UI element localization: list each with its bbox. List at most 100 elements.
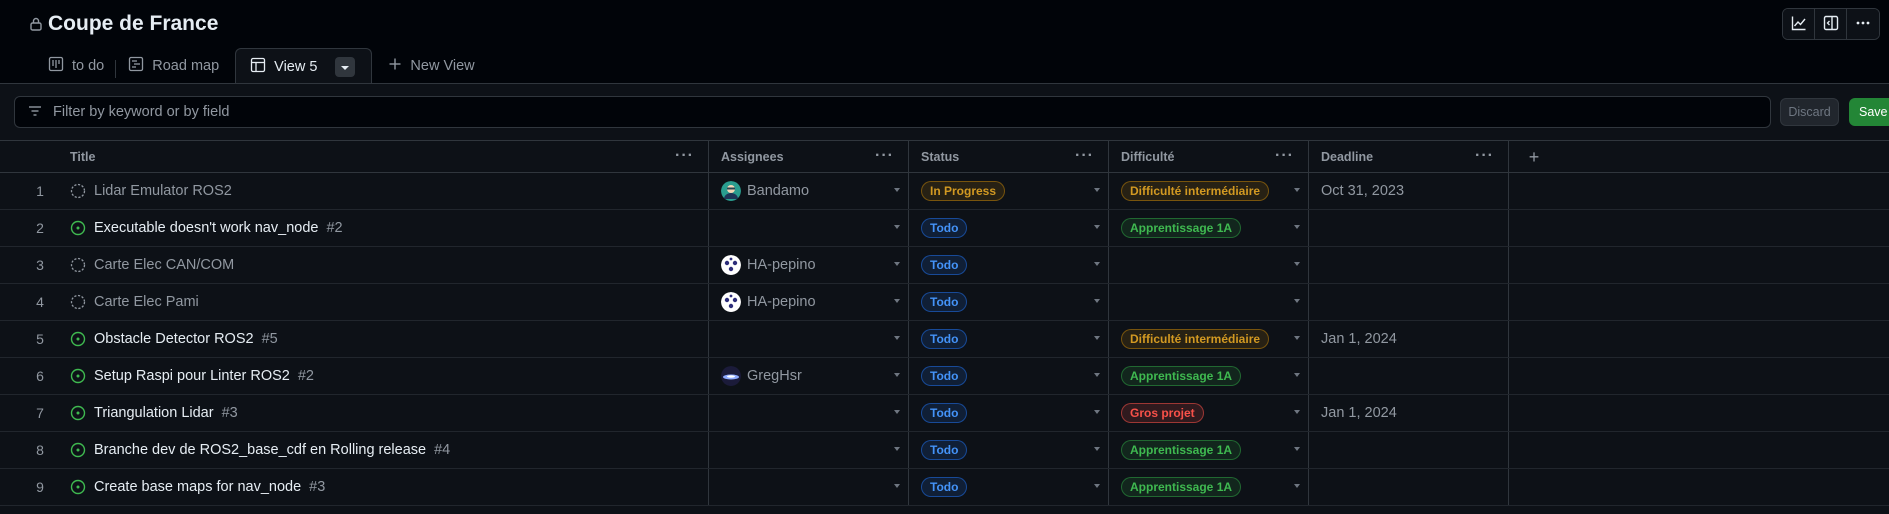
chevron-down-icon[interactable] bbox=[894, 299, 900, 303]
deadline-cell[interactable] bbox=[1309, 247, 1509, 283]
column-header-title[interactable]: Title ··· bbox=[58, 141, 709, 173]
chevron-down-icon[interactable] bbox=[894, 225, 900, 229]
assignees-cell[interactable]: HA-pepino bbox=[709, 284, 909, 320]
column-menu-icon[interactable]: ··· bbox=[1275, 147, 1294, 165]
deadline-cell[interactable] bbox=[1309, 358, 1509, 394]
tab-view-5[interactable]: View 5 bbox=[235, 48, 373, 84]
tab-to-do[interactable]: to do bbox=[36, 48, 117, 84]
add-field-button[interactable]: + bbox=[1519, 141, 1549, 173]
title-cell[interactable]: Branche dev de ROS2_base_cdf en Rolling … bbox=[58, 432, 709, 468]
status-cell[interactable]: Todo bbox=[909, 247, 1109, 283]
chevron-down-icon[interactable] bbox=[894, 188, 900, 192]
status-cell[interactable]: Todo bbox=[909, 395, 1109, 431]
chevron-down-icon[interactable] bbox=[1094, 336, 1100, 340]
assignees-cell[interactable] bbox=[709, 395, 909, 431]
chevron-down-icon[interactable] bbox=[1094, 225, 1100, 229]
chevron-down-icon[interactable] bbox=[1294, 225, 1300, 229]
item-title-link[interactable]: Triangulation Lidar bbox=[94, 405, 214, 421]
deadline-cell[interactable] bbox=[1309, 210, 1509, 246]
chevron-down-icon[interactable] bbox=[894, 484, 900, 488]
status-cell[interactable]: Todo bbox=[909, 210, 1109, 246]
deadline-cell[interactable] bbox=[1309, 469, 1509, 505]
deadline-cell[interactable] bbox=[1309, 432, 1509, 468]
status-cell[interactable]: In Progress bbox=[909, 173, 1109, 209]
assignees-cell[interactable]: Bandamo bbox=[709, 173, 909, 209]
assignees-cell[interactable]: GregHsr bbox=[709, 358, 909, 394]
chevron-down-icon[interactable] bbox=[1294, 299, 1300, 303]
item-title-link[interactable]: Carte Elec Pami bbox=[94, 294, 199, 310]
new-view-button[interactable]: New View bbox=[376, 48, 486, 84]
table-row[interactable]: 1 Lidar Emulator ROS2 Bandamo In Progress Di… bbox=[0, 173, 1889, 210]
assignees-cell[interactable] bbox=[709, 321, 909, 357]
chevron-down-icon[interactable] bbox=[1294, 410, 1300, 414]
table-row[interactable]: 4 Carte Elec Pami HA-pepino Todo bbox=[0, 284, 1889, 321]
title-cell[interactable]: Obstacle Detector ROS2 #5 bbox=[58, 321, 709, 357]
filter-field[interactable] bbox=[14, 96, 1771, 128]
title-cell[interactable]: Create base maps for nav_node #3 bbox=[58, 469, 709, 505]
chevron-down-icon[interactable] bbox=[1094, 447, 1100, 451]
column-menu-icon[interactable]: ··· bbox=[1475, 147, 1494, 165]
assignees-cell[interactable] bbox=[709, 210, 909, 246]
chevron-down-icon[interactable] bbox=[894, 447, 900, 451]
chevron-down-icon[interactable] bbox=[1294, 447, 1300, 451]
deadline-cell[interactable]: Oct 31, 2023 bbox=[1309, 173, 1509, 209]
item-title-link[interactable]: Carte Elec CAN/COM bbox=[94, 257, 234, 273]
chevron-down-icon[interactable] bbox=[894, 410, 900, 414]
status-cell[interactable]: Todo bbox=[909, 358, 1109, 394]
view-options-button[interactable] bbox=[335, 56, 356, 77]
chevron-down-icon[interactable] bbox=[1294, 373, 1300, 377]
title-cell[interactable]: Triangulation Lidar #3 bbox=[58, 395, 709, 431]
column-header-difficulty[interactable]: Difficulté ··· bbox=[1109, 141, 1309, 173]
chevron-down-icon[interactable] bbox=[1294, 336, 1300, 340]
chevron-down-icon[interactable] bbox=[894, 262, 900, 266]
title-cell[interactable]: Carte Elec Pami bbox=[58, 284, 709, 320]
title-cell[interactable]: Executable doesn't work nav_node #2 bbox=[58, 210, 709, 246]
difficulty-cell[interactable]: Difficulté intermédiaire bbox=[1109, 173, 1309, 209]
difficulty-cell[interactable]: Difficulté intermédiaire bbox=[1109, 321, 1309, 357]
status-cell[interactable]: Todo bbox=[909, 469, 1109, 505]
chevron-down-icon[interactable] bbox=[1094, 262, 1100, 266]
table-row[interactable]: 5 Obstacle Detector ROS2 #5 Todo Difficulté … bbox=[0, 321, 1889, 358]
discard-button[interactable]: Discard bbox=[1780, 98, 1839, 126]
deadline-cell[interactable]: Jan 1, 2024 bbox=[1309, 395, 1509, 431]
chevron-down-icon[interactable] bbox=[1094, 410, 1100, 414]
deadline-cell[interactable] bbox=[1309, 284, 1509, 320]
table-row[interactable]: 6 Setup Raspi pour Linter ROS2 #2 GregHsr To… bbox=[0, 358, 1889, 395]
chevron-down-icon[interactable] bbox=[894, 336, 900, 340]
column-header-assignees[interactable]: Assignees ··· bbox=[709, 141, 909, 173]
difficulty-cell[interactable]: Gros projet bbox=[1109, 395, 1309, 431]
assignees-cell[interactable] bbox=[709, 469, 909, 505]
chevron-down-icon[interactable] bbox=[1094, 299, 1100, 303]
item-title-link[interactable]: Executable doesn't work nav_node bbox=[94, 220, 318, 236]
deadline-cell[interactable]: Jan 1, 2024 bbox=[1309, 321, 1509, 357]
insights-button[interactable] bbox=[1783, 9, 1815, 39]
difficulty-cell[interactable] bbox=[1109, 284, 1309, 320]
title-cell[interactable]: Carte Elec CAN/COM bbox=[58, 247, 709, 283]
assignees-cell[interactable]: HA-pepino bbox=[709, 247, 909, 283]
item-title-link[interactable]: Setup Raspi pour Linter ROS2 bbox=[94, 368, 290, 384]
title-cell[interactable]: Setup Raspi pour Linter ROS2 #2 bbox=[58, 358, 709, 394]
difficulty-cell[interactable]: Apprentissage 1A bbox=[1109, 469, 1309, 505]
chevron-down-icon[interactable] bbox=[1094, 373, 1100, 377]
item-title-link[interactable]: Obstacle Detector ROS2 bbox=[94, 331, 254, 347]
filter-input[interactable] bbox=[53, 104, 1653, 120]
item-title-link[interactable]: Branche dev de ROS2_base_cdf en Rolling … bbox=[94, 442, 426, 458]
more-options-button[interactable] bbox=[1847, 9, 1879, 39]
status-cell[interactable]: Todo bbox=[909, 432, 1109, 468]
difficulty-cell[interactable] bbox=[1109, 247, 1309, 283]
column-menu-icon[interactable]: ··· bbox=[1075, 147, 1094, 165]
difficulty-cell[interactable]: Apprentissage 1A bbox=[1109, 358, 1309, 394]
side-panel-button[interactable] bbox=[1815, 9, 1847, 39]
column-header-deadline[interactable]: Deadline ··· bbox=[1309, 141, 1509, 173]
save-button[interactable]: Save bbox=[1849, 98, 1889, 126]
table-row[interactable]: 3 Carte Elec CAN/COM HA-pepino Todo bbox=[0, 247, 1889, 284]
chevron-down-icon[interactable] bbox=[1294, 484, 1300, 488]
column-menu-icon[interactable]: ··· bbox=[675, 147, 694, 165]
title-cell[interactable]: Lidar Emulator ROS2 bbox=[58, 173, 709, 209]
chevron-down-icon[interactable] bbox=[1094, 188, 1100, 192]
item-title-link[interactable]: Lidar Emulator ROS2 bbox=[94, 183, 232, 199]
column-header-status[interactable]: Status ··· bbox=[909, 141, 1109, 173]
chevron-down-icon[interactable] bbox=[1094, 484, 1100, 488]
difficulty-cell[interactable]: Apprentissage 1A bbox=[1109, 210, 1309, 246]
item-title-link[interactable]: Create base maps for nav_node bbox=[94, 479, 301, 495]
